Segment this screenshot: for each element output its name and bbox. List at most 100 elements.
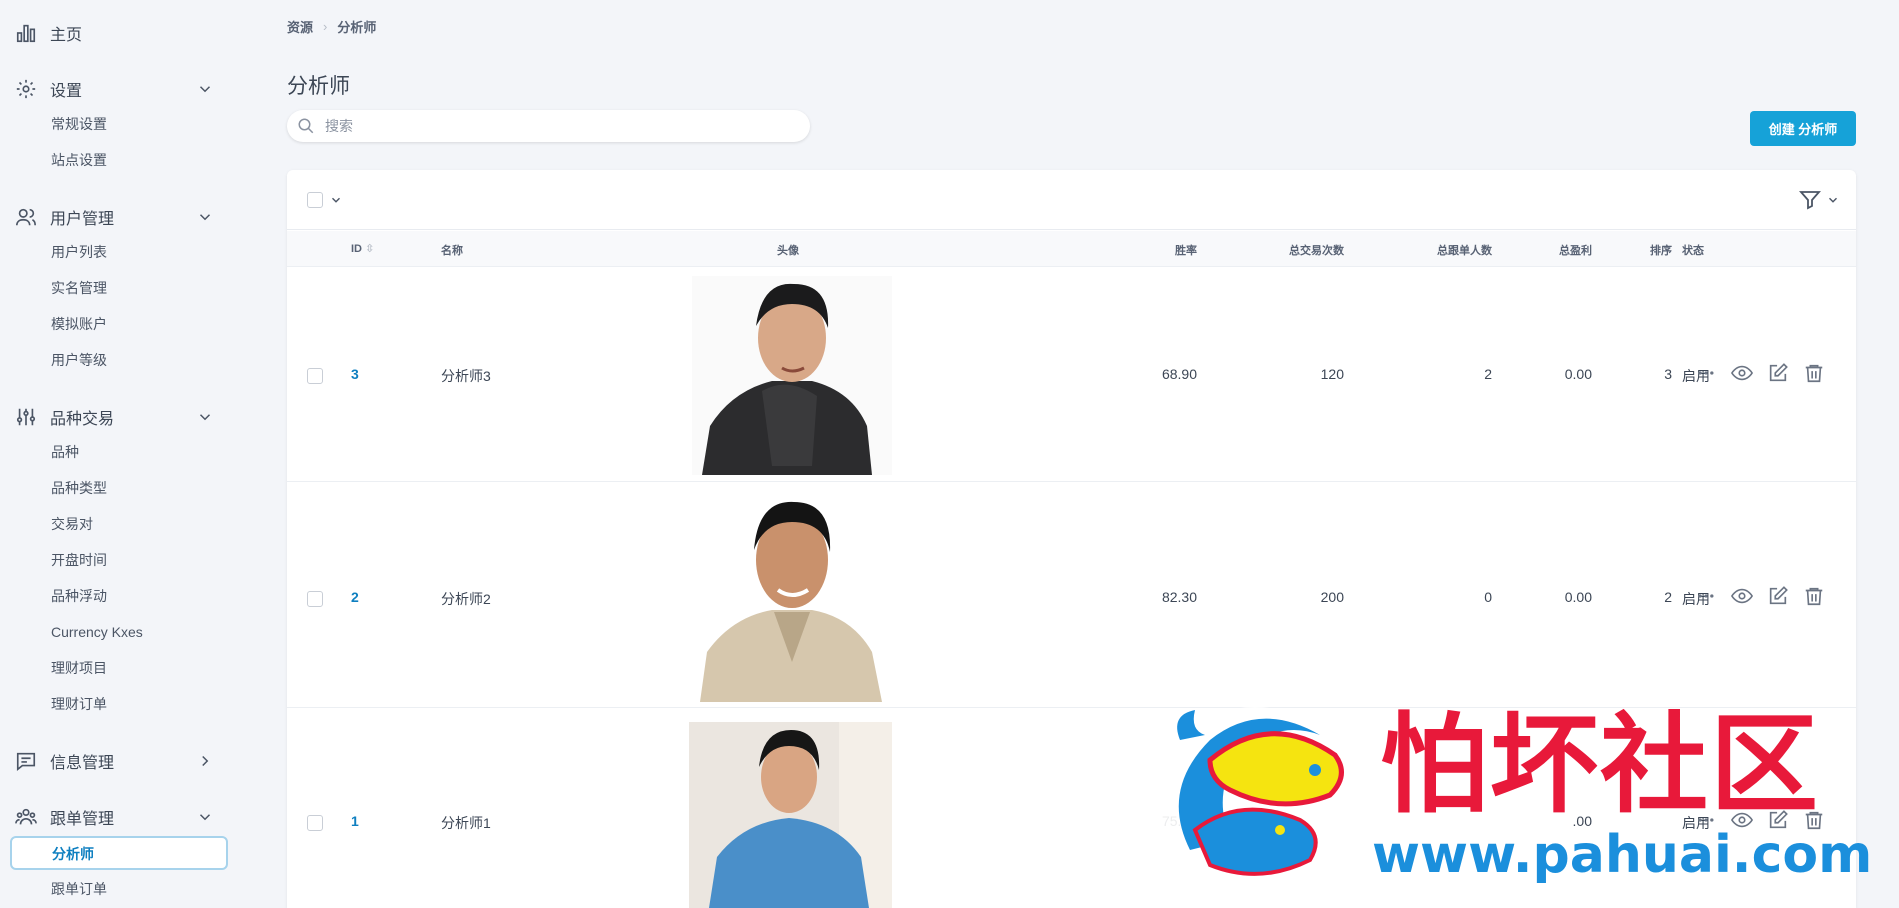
sidebar-group-label: 信息管理: [50, 755, 115, 772]
row-total-profit: .00: [1572, 813, 1592, 829]
sidebar-group-settings[interactable]: 设置: [14, 74, 224, 104]
row-sort: 3: [1664, 366, 1672, 382]
row-actions: [1695, 585, 1825, 607]
chevron-down-icon: [196, 808, 214, 826]
breadcrumb-root[interactable]: 资源: [287, 17, 313, 36]
sidebar-group-trading[interactable]: 品种交易: [14, 402, 224, 432]
view-icon[interactable]: [1731, 809, 1753, 831]
row-total-followers: 0: [1484, 589, 1492, 605]
sidebar-item-copy-orders[interactable]: 跟单订单: [51, 879, 107, 899]
table-row[interactable]: 3 分析师3 68.90 120 2 0.00 3 启用: [287, 268, 1856, 482]
view-icon[interactable]: [1731, 362, 1753, 384]
edit-icon[interactable]: [1767, 585, 1789, 607]
select-all-checkbox[interactable]: [307, 192, 323, 208]
sidebar-item-symbol-types[interactable]: 品种类型: [51, 478, 107, 498]
table-row[interactable]: 1 分析师1 75.50 .00 启用: [287, 710, 1856, 908]
row-total-followers: 2: [1484, 366, 1492, 382]
delete-icon[interactable]: [1803, 585, 1825, 607]
header-win-rate: 胜率: [1175, 245, 1197, 257]
sidebar-item-wealth-orders[interactable]: 理财订单: [51, 694, 107, 714]
more-icon[interactable]: [1695, 362, 1717, 384]
page-title: 分析师: [287, 75, 350, 98]
filter-icon: [1798, 188, 1822, 215]
table-header: ID ⇳ 名称 头像 胜率 总交易次数 总跟单人数 总盈利 排序 状态: [287, 231, 1856, 267]
row-id-link[interactable]: 2: [351, 589, 359, 605]
resource-table-card: ID ⇳ 名称 头像 胜率 总交易次数 总跟单人数 总盈利 排序 状态 3 分析…: [287, 170, 1856, 908]
row-total-trades: 200: [1320, 589, 1344, 605]
search-icon: [297, 117, 315, 135]
row-checkbox[interactable]: [307, 591, 323, 607]
row-win-rate: 75.50: [1161, 813, 1197, 829]
chevron-down-icon: [196, 208, 214, 226]
sort-icon: ⇳: [365, 243, 375, 255]
row-name: 分析师1: [441, 815, 491, 831]
sidebar-item-symbol-float[interactable]: 品种浮动: [51, 586, 107, 606]
sidebar-item-general-settings[interactable]: 常规设置: [51, 114, 107, 134]
sidebar-item-wealth-projects[interactable]: 理财项目: [51, 658, 107, 678]
bar-chart-icon: [14, 21, 38, 45]
sidebar-group-label: 用户管理: [50, 211, 115, 228]
sidebar-item-analysts[interactable]: 分析师: [10, 836, 228, 870]
search-box[interactable]: [287, 110, 810, 142]
row-id-link[interactable]: 1: [351, 813, 359, 829]
sidebar-item-home[interactable]: 主页: [14, 18, 224, 48]
sidebar-item-site-settings[interactable]: 站点设置: [51, 150, 107, 170]
delete-icon[interactable]: [1803, 809, 1825, 831]
chevron-down-icon: [196, 80, 214, 98]
sidebar-group-label: 设置: [50, 83, 83, 100]
row-checkbox[interactable]: [307, 815, 323, 831]
select-all-dropdown[interactable]: [307, 192, 343, 208]
sidebar-item-user-list[interactable]: 用户列表: [51, 242, 107, 262]
header-total-trades: 总交易次数: [1289, 245, 1344, 257]
message-icon: [14, 749, 38, 773]
row-name: 分析师3: [441, 368, 491, 384]
create-analyst-button[interactable]: 创建 分析师: [1750, 111, 1856, 146]
sidebar-group-users[interactable]: 用户管理: [14, 202, 224, 232]
chevron-down-icon: [196, 408, 214, 426]
row-actions: [1695, 809, 1825, 831]
row-win-rate: 82.30: [1161, 589, 1197, 605]
sliders-icon: [14, 405, 38, 429]
analyst-avatar: [692, 276, 892, 475]
analyst-avatar: [692, 492, 892, 702]
edit-icon[interactable]: [1767, 362, 1789, 384]
row-total-profit: 0.00: [1564, 589, 1592, 605]
row-id-link[interactable]: 3: [351, 366, 359, 382]
sidebar-item-currency-kxes[interactable]: Currency Kxes: [51, 622, 143, 642]
view-icon[interactable]: [1731, 585, 1753, 607]
sidebar-group-copy-trading[interactable]: 跟单管理: [14, 802, 224, 832]
search-input[interactable]: [325, 118, 785, 134]
sidebar-item-symbols[interactable]: 品种: [51, 442, 79, 462]
sidebar-item-label: 主页: [50, 27, 83, 44]
table-toolbar: [287, 170, 1856, 230]
sidebar-group-label: 跟单管理: [50, 811, 115, 828]
more-icon[interactable]: [1695, 585, 1717, 607]
breadcrumb-current: 分析师: [337, 20, 377, 35]
header-avatar: 头像: [777, 245, 799, 257]
sidebar-group-messages[interactable]: 信息管理: [14, 746, 224, 776]
row-total-trades: 120: [1320, 366, 1344, 382]
sidebar-item-pairs[interactable]: 交易对: [51, 514, 93, 534]
header-name: 名称: [441, 245, 463, 257]
table-row[interactable]: 2 分析师2 82.30 200 0 0.00 2 启用: [287, 484, 1856, 708]
breadcrumb: 资源 › 分析师: [287, 17, 376, 36]
sidebar-item-user-levels[interactable]: 用户等级: [51, 350, 107, 370]
header-total-followers: 总跟单人数: [1437, 245, 1492, 257]
row-checkbox[interactable]: [307, 368, 323, 384]
edit-icon[interactable]: [1767, 809, 1789, 831]
header-sort: 排序: [1650, 245, 1672, 257]
sidebar-item-open-hours[interactable]: 开盘时间: [51, 550, 107, 570]
row-sort: 2: [1664, 589, 1672, 605]
header-id[interactable]: ID ⇳: [351, 242, 374, 255]
row-total-profit: 0.00: [1564, 366, 1592, 382]
more-icon[interactable]: [1695, 809, 1717, 831]
users-icon: [14, 205, 38, 229]
delete-icon[interactable]: [1803, 362, 1825, 384]
sidebar-item-demo-accounts[interactable]: 模拟账户: [51, 314, 107, 334]
row-name: 分析师2: [441, 591, 491, 607]
filter-dropdown[interactable]: [1798, 188, 1840, 215]
sidebar-item-kyc[interactable]: 实名管理: [51, 278, 107, 298]
sidebar-group-label: 品种交易: [50, 411, 115, 428]
chevron-down-icon: [1826, 193, 1840, 210]
user-group-icon: [14, 805, 38, 829]
